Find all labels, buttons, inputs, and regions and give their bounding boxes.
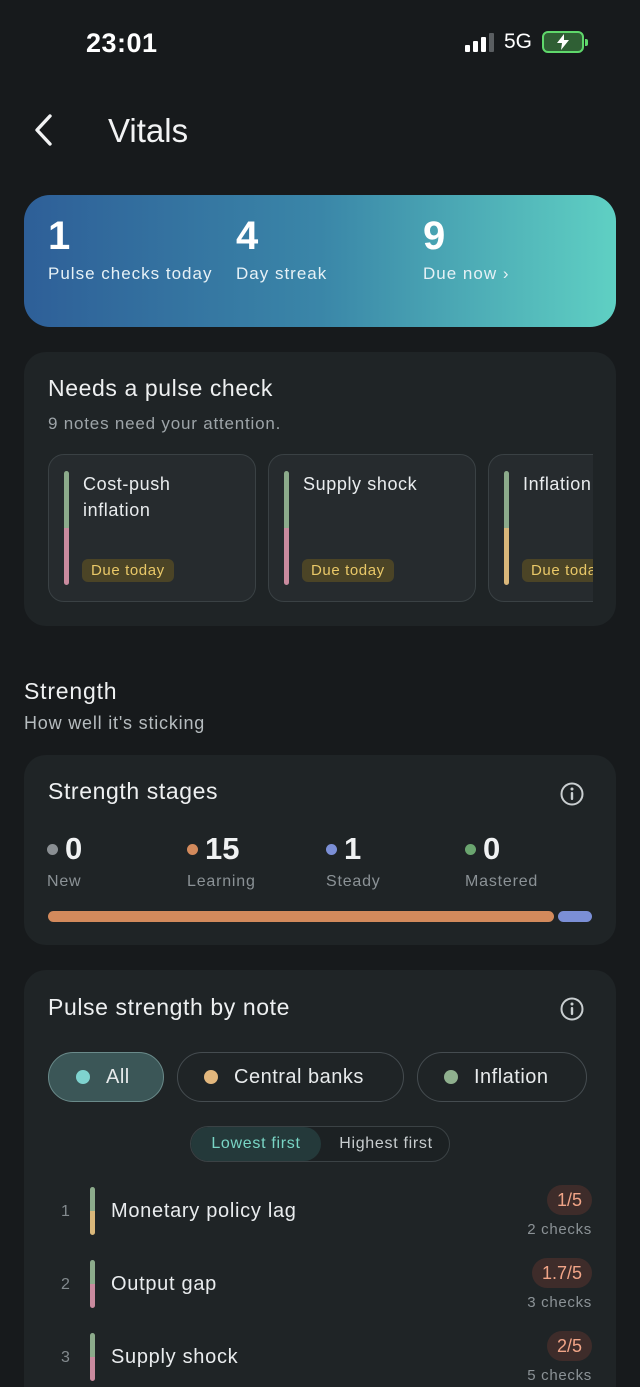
stat-label: Due now › bbox=[423, 264, 510, 283]
stage-distribution-bar bbox=[48, 911, 592, 922]
list-item[interactable]: 3 Supply shock 2/5 5 checks bbox=[24, 1328, 616, 1387]
stage-count: 15 bbox=[205, 831, 240, 866]
rank-number: 1 bbox=[61, 1203, 70, 1220]
due-note-card[interactable]: Cost-push inflation Due today bbox=[48, 454, 256, 602]
status-time: 23:01 bbox=[86, 28, 158, 58]
summary-banner: 1 Pulse checks today 4 Day streak 9 Due … bbox=[24, 195, 616, 327]
note-accent-bar bbox=[90, 1187, 95, 1235]
day-streak-stat: 4 Day streak bbox=[236, 215, 406, 284]
stage-new: 0 New bbox=[47, 831, 82, 891]
info-icon[interactable] bbox=[559, 781, 585, 807]
stage-count: 0 bbox=[65, 831, 83, 866]
stage-segment-learning bbox=[48, 911, 555, 922]
pulse-check-card: Needs a pulse check 9 notes need your at… bbox=[24, 352, 616, 626]
filter-chip-all[interactable]: All bbox=[48, 1052, 164, 1102]
list-item[interactable]: 1 Monetary policy lag 1/5 2 checks bbox=[24, 1182, 616, 1252]
page-header: Vitals bbox=[0, 100, 640, 160]
signal-icon bbox=[464, 32, 494, 52]
sort-toggle: Lowest first Highest first bbox=[190, 1126, 450, 1162]
stat-label: Day streak bbox=[236, 264, 328, 283]
network-type: 5G bbox=[503, 30, 532, 53]
filter-label: Central banks bbox=[234, 1065, 364, 1088]
check-count: 5 checks bbox=[527, 1367, 592, 1384]
stage-count: 0 bbox=[483, 831, 501, 866]
note-name: Monetary policy lag bbox=[111, 1200, 297, 1222]
note-title: Cost-push inflation bbox=[83, 474, 171, 520]
pulse-strength-card: Pulse strength by note All Central banks… bbox=[24, 970, 616, 1387]
due-note-card[interactable]: Inflation Due today bbox=[488, 454, 593, 602]
note-accent-bar bbox=[90, 1260, 95, 1308]
stage-dot bbox=[187, 843, 198, 855]
note-name: Output gap bbox=[111, 1273, 217, 1295]
stage-label: Mastered bbox=[465, 873, 539, 890]
note-accent-bar bbox=[90, 1333, 95, 1381]
pulse-checks-stat: 1 Pulse checks today bbox=[48, 215, 218, 284]
info-icon[interactable] bbox=[559, 996, 585, 1022]
stage-count: 1 bbox=[344, 831, 362, 866]
filter-dot bbox=[76, 1070, 90, 1084]
rank-number: 2 bbox=[61, 1276, 70, 1293]
back-button[interactable] bbox=[26, 108, 60, 152]
check-count: 2 checks bbox=[527, 1221, 592, 1238]
strength-score-badge: 1/5 bbox=[546, 1185, 592, 1215]
note-accent-bar bbox=[64, 471, 69, 585]
stage-dot bbox=[465, 843, 476, 855]
due-note-card[interactable]: Supply shock Due today bbox=[268, 454, 476, 602]
filter-dot bbox=[444, 1070, 458, 1084]
due-badge: Due today bbox=[302, 559, 394, 582]
page-title: Vitals bbox=[108, 112, 189, 149]
sort-lowest-first[interactable]: Lowest first bbox=[191, 1127, 321, 1161]
list-item[interactable]: 2 Output gap 1.7/5 3 checks bbox=[24, 1255, 616, 1325]
strength-stages-card: Strength stages 0 New 15 Learning 1 Stea… bbox=[24, 755, 616, 945]
filter-dot bbox=[204, 1070, 218, 1084]
rank-number: 3 bbox=[61, 1349, 70, 1366]
filter-chip-inflation[interactable]: Inflation bbox=[417, 1052, 587, 1102]
strength-score-badge: 2/5 bbox=[546, 1331, 592, 1361]
stage-label: Steady bbox=[326, 873, 381, 890]
due-badge: Due today bbox=[522, 559, 593, 582]
stage-mastered: 0 Mastered bbox=[465, 831, 538, 891]
note-name: Supply shock bbox=[111, 1346, 239, 1368]
card-title: Pulse strength by note bbox=[48, 994, 291, 1020]
stat-value: 1 bbox=[48, 214, 71, 258]
note-title: Supply shock bbox=[303, 474, 418, 494]
sort-highest-first[interactable]: Highest first bbox=[321, 1127, 449, 1161]
stage-segment-steady bbox=[558, 911, 592, 922]
battery-charging-icon bbox=[542, 31, 588, 53]
due-notes-carousel[interactable]: Cost-push inflation Due today Supply sho… bbox=[48, 454, 593, 604]
stage-learning: 15 Learning bbox=[187, 831, 256, 891]
card-title: Needs a pulse check bbox=[48, 375, 273, 401]
stage-dot bbox=[47, 843, 58, 855]
note-accent-bar bbox=[504, 471, 509, 585]
filter-label: All bbox=[106, 1065, 130, 1088]
note-title: Inflation bbox=[523, 474, 592, 494]
due-now-link[interactable]: 9 Due now › bbox=[423, 215, 593, 284]
status-icons: 5G bbox=[464, 30, 588, 54]
stage-dot bbox=[326, 843, 337, 855]
stat-value: 9 bbox=[423, 214, 446, 258]
check-count: 3 checks bbox=[527, 1294, 592, 1311]
stat-value: 4 bbox=[236, 214, 259, 258]
status-bar: 23:01 5G bbox=[0, 0, 640, 90]
note-accent-bar bbox=[284, 471, 289, 585]
card-subtitle: 9 notes need your attention. bbox=[48, 414, 282, 433]
stat-label: Pulse checks today bbox=[48, 264, 213, 283]
section-subtitle: How well it's sticking bbox=[24, 713, 206, 733]
filter-chip-central-banks[interactable]: Central banks bbox=[177, 1052, 404, 1102]
stage-label: New bbox=[47, 873, 82, 890]
section-title: Strength bbox=[24, 678, 118, 704]
due-badge: Due today bbox=[82, 559, 174, 582]
chevron-left-icon bbox=[35, 114, 52, 146]
strength-score-badge: 1.7/5 bbox=[531, 1258, 592, 1288]
card-title: Strength stages bbox=[48, 778, 219, 804]
filter-label: Inflation bbox=[474, 1065, 549, 1088]
stage-steady: 1 Steady bbox=[326, 831, 381, 891]
stage-label: Learning bbox=[187, 873, 256, 890]
